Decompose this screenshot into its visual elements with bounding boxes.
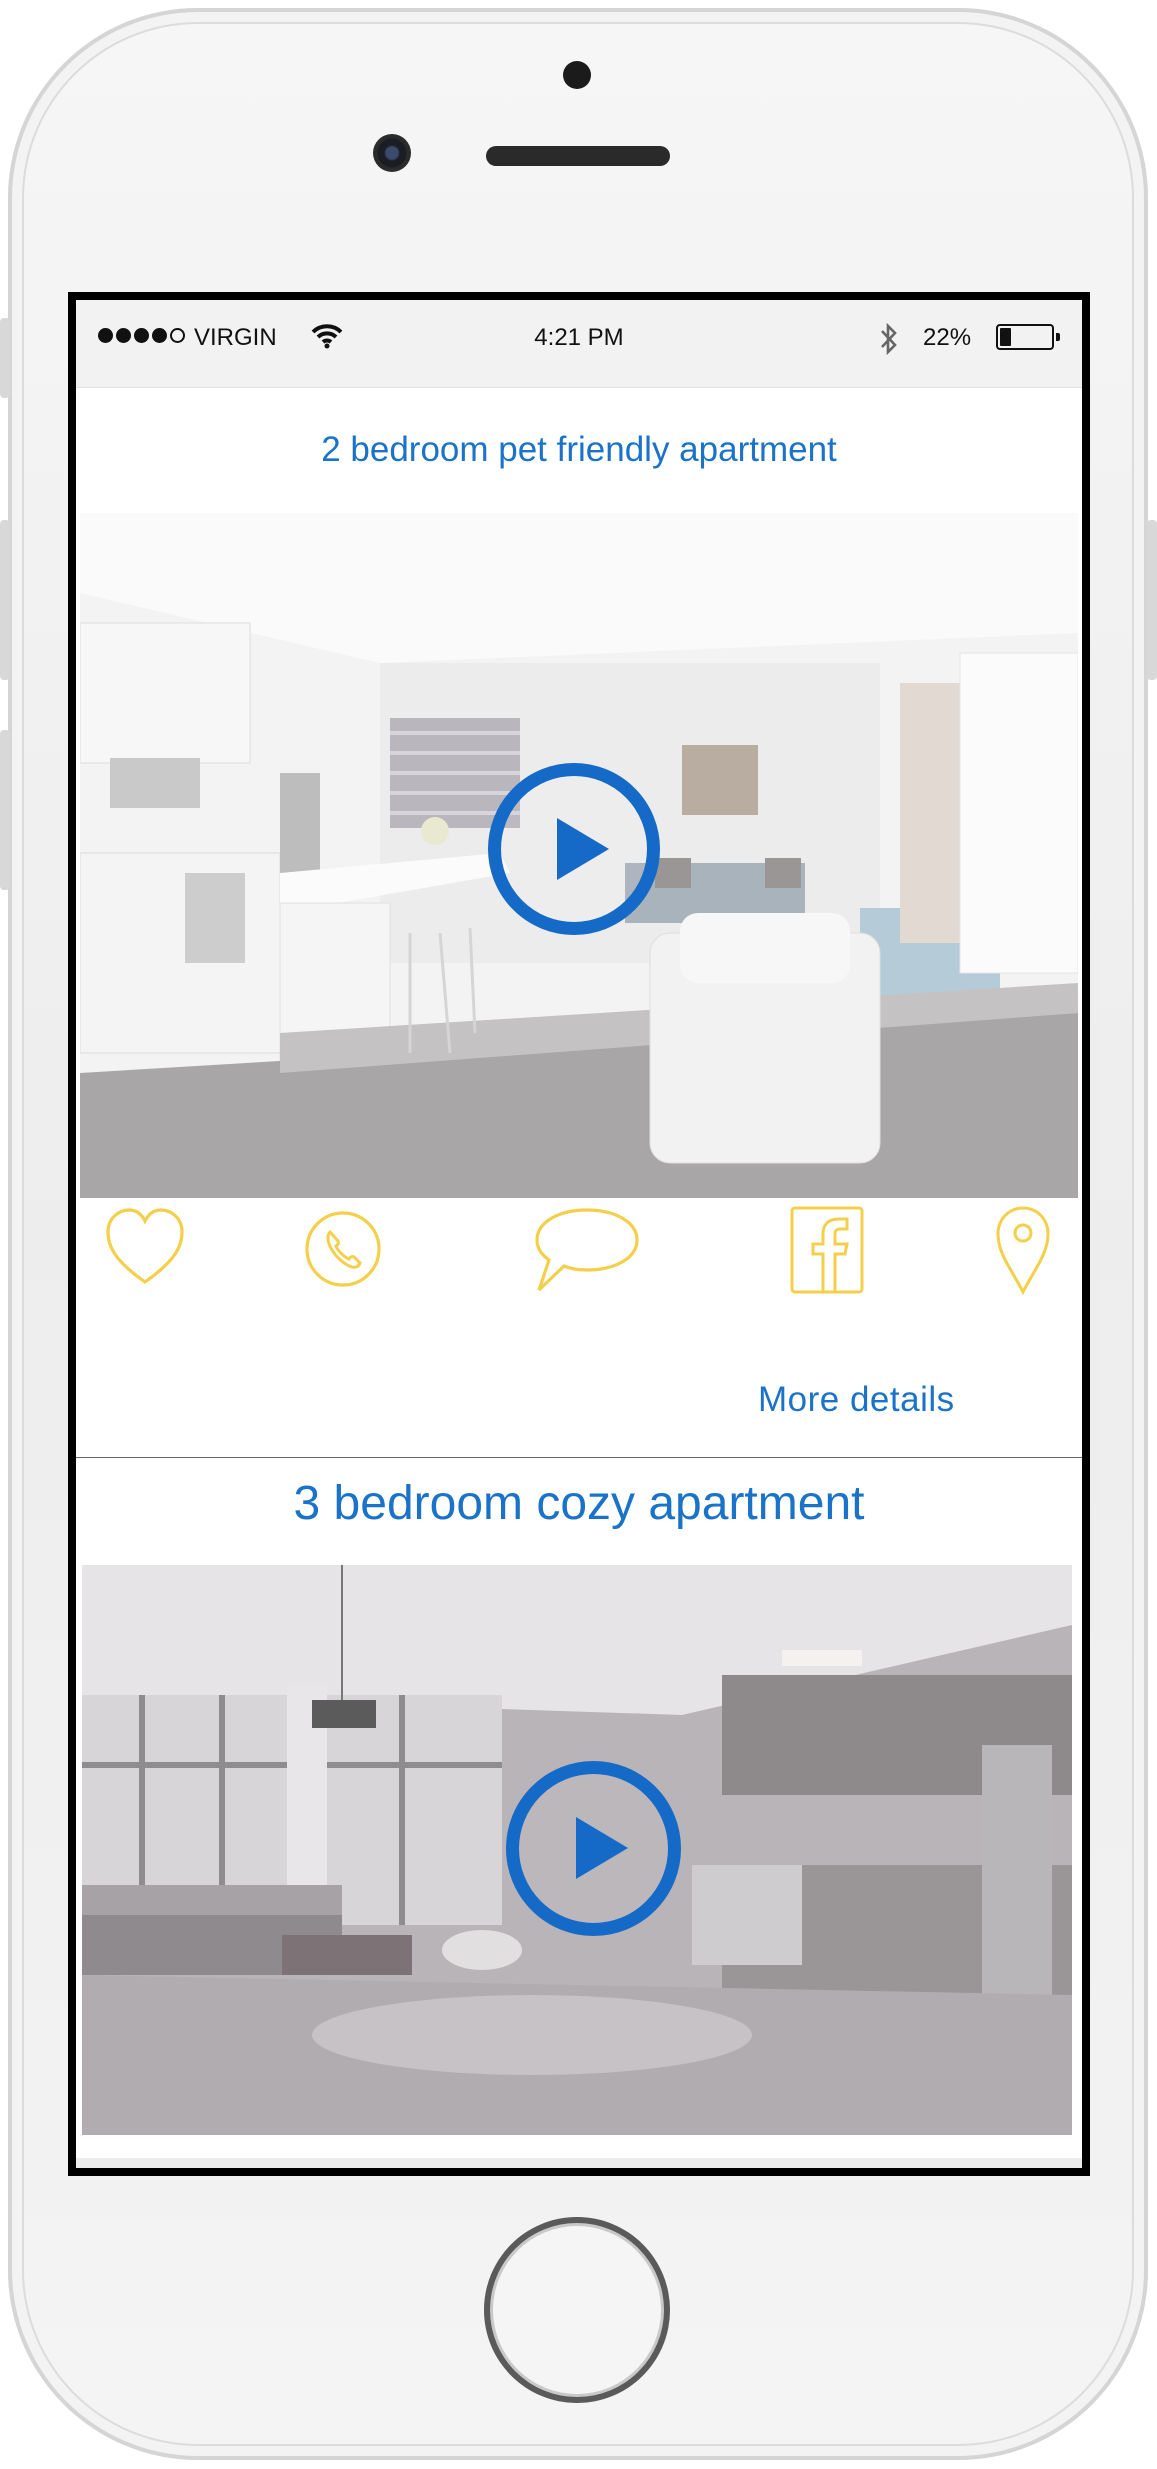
more-details-link[interactable]: More details — [758, 1380, 955, 1420]
volume-up-button — [0, 520, 10, 680]
play-video-button[interactable] — [488, 763, 660, 935]
status-bar: VIRGIN 4:21 PM 22% — [76, 300, 1082, 388]
favorite-heart-icon[interactable] — [104, 1204, 186, 1296]
play-video-button[interactable] — [506, 1761, 681, 1936]
home-button[interactable] — [484, 2217, 670, 2403]
volume-down-button — [0, 730, 10, 890]
screen-bezel: VIRGIN 4:21 PM 22% 2 bedroom pet friendl… — [68, 292, 1090, 2176]
chat-bubble-icon[interactable] — [531, 1204, 643, 1296]
battery-icon — [996, 324, 1060, 350]
earpiece-speaker — [486, 146, 670, 166]
call-phone-icon[interactable] — [302, 1204, 384, 1296]
location-pin-icon[interactable] — [994, 1204, 1052, 1296]
listing-divider — [76, 1457, 1082, 1458]
listing-video-thumbnail[interactable] — [82, 1565, 1072, 2135]
mute-switch — [0, 318, 10, 398]
play-icon — [576, 1817, 628, 1879]
bluetooth-icon — [878, 322, 900, 363]
facebook-icon[interactable] — [789, 1204, 865, 1296]
device-mockup: VIRGIN 4:21 PM 22% 2 bedroom pet friendl… — [0, 0, 1157, 2469]
front-camera — [373, 134, 411, 172]
app-screen: VIRGIN 4:21 PM 22% 2 bedroom pet friendl… — [76, 300, 1082, 2168]
listing-title[interactable]: 3 bedroom cozy apartment — [76, 1476, 1082, 1531]
listing-video-thumbnail[interactable] — [80, 513, 1078, 1198]
proximity-sensor — [563, 61, 591, 89]
play-icon — [557, 818, 609, 880]
battery-percentage: 22% — [923, 324, 972, 351]
power-button — [1147, 520, 1157, 680]
listing-title[interactable]: 2 bedroom pet friendly apartment — [76, 430, 1082, 470]
scroll-edge — [76, 2158, 1082, 2168]
